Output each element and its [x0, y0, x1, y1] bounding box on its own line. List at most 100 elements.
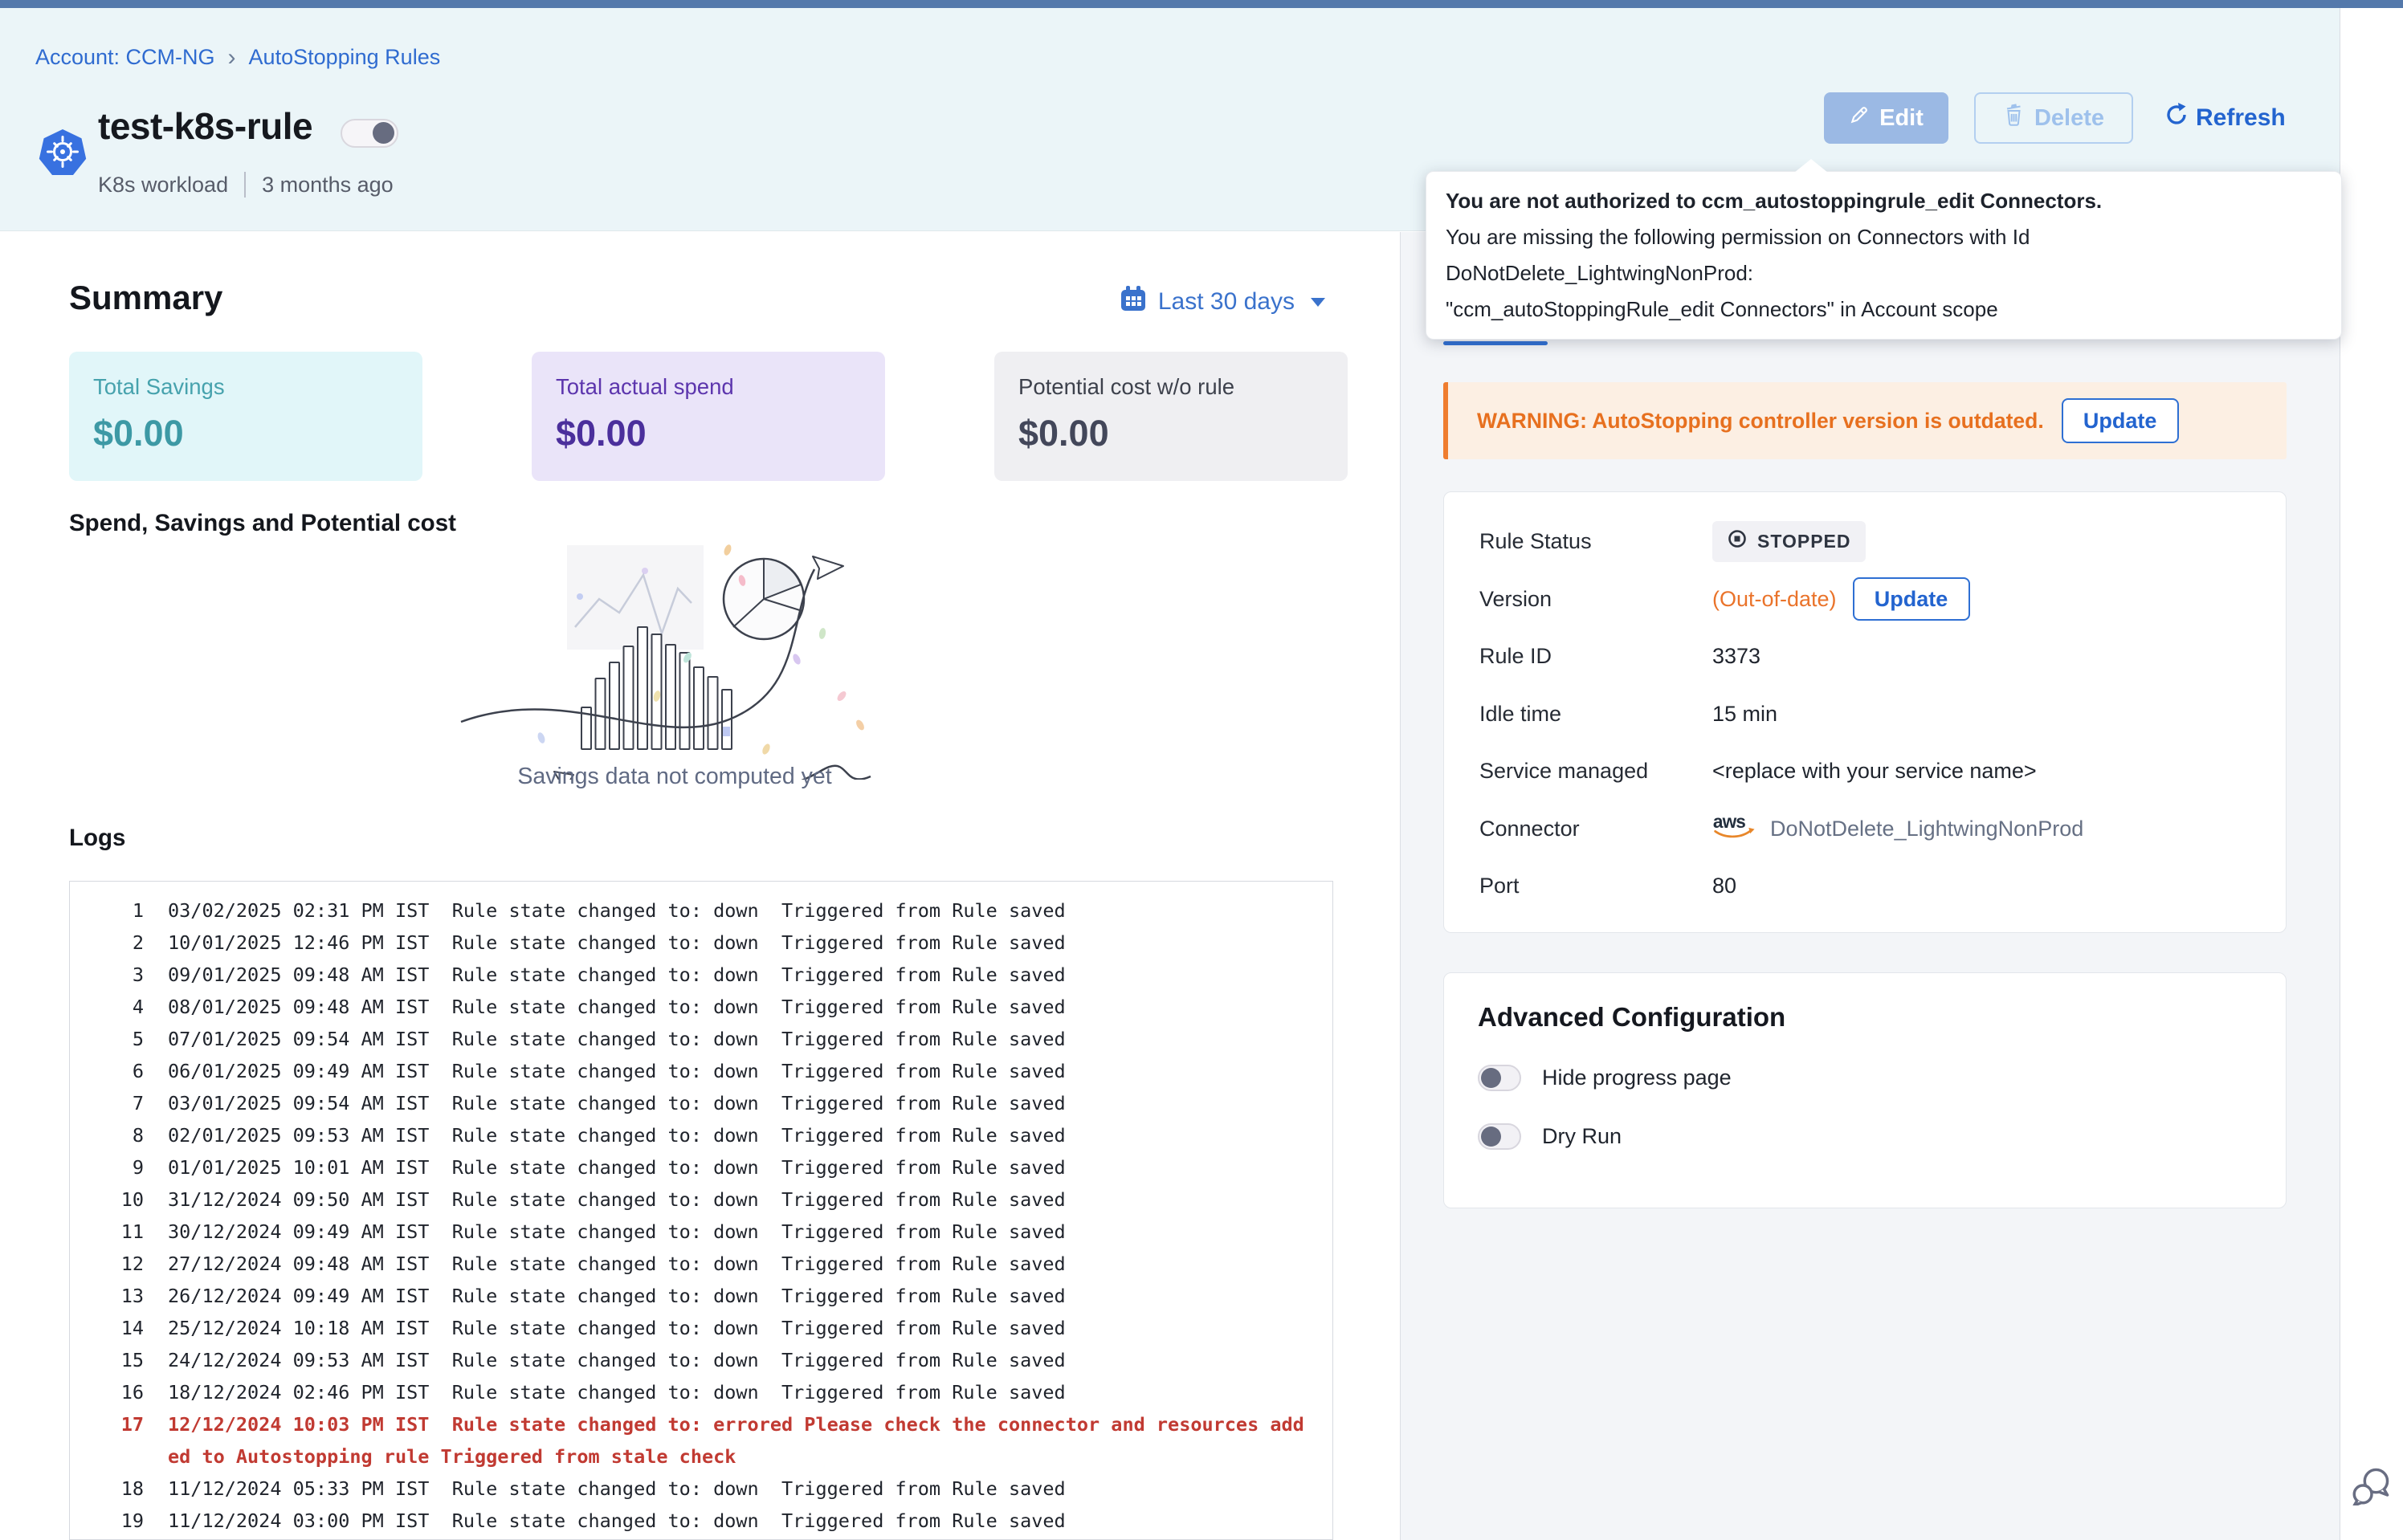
logs-panel[interactable]: 1 03/02/2025 02:31 PM IST Rule state cha…: [69, 881, 1333, 1540]
date-range-label: Last 30 days: [1158, 288, 1295, 316]
main-content: Summary Last 30 days Total Savings $0.00…: [0, 232, 1400, 1540]
pencil-icon: [1849, 104, 1870, 132]
detail-label: Rule ID: [1479, 644, 1712, 669]
rule-id-value: 3373: [1712, 644, 1760, 669]
log-line-text: 09/01/2025 09:48 AM IST Rule state chang…: [168, 959, 1304, 991]
breadcrumb-account-link[interactable]: Account: CCM-NG: [35, 45, 215, 70]
log-line-number: 6: [86, 1055, 144, 1087]
svg-text:aws: aws: [1713, 811, 1745, 832]
hide-progress-toggle-row: Hide progress page: [1478, 1065, 2252, 1091]
service-managed-row: Service managed <replace with your servi…: [1479, 743, 2250, 801]
breadcrumb-autostopping-link[interactable]: AutoStopping Rules: [249, 45, 441, 70]
permission-tooltip: You are not authorized to ccm_autostoppi…: [1426, 171, 2342, 340]
detail-label: Connector: [1479, 817, 1712, 841]
log-line-text: 11/12/2024 03:00 PM IST Rule state chang…: [168, 1505, 1304, 1537]
log-line-text: 10/01/2025 12:46 PM IST Rule state chang…: [168, 927, 1304, 959]
log-line-number: 18: [86, 1473, 144, 1505]
detail-label: Service managed: [1479, 759, 1712, 784]
detail-label: Version: [1479, 587, 1712, 612]
detail-label: Port: [1479, 874, 1712, 898]
card-label: Total actual spend: [556, 374, 861, 400]
detail-label: Rule Status: [1479, 529, 1712, 554]
edit-button[interactable]: Edit: [1824, 92, 1948, 144]
page-title: test-k8s-rule: [98, 104, 312, 148]
log-line-number: 15: [86, 1344, 144, 1376]
tooltip-line-2: You are missing the following permission…: [1446, 219, 2322, 291]
log-line-text: 31/12/2024 09:50 AM IST Rule state chang…: [168, 1184, 1304, 1216]
log-row: 12 27/12/2024 09:48 AM IST Rule state ch…: [70, 1248, 1332, 1280]
log-line-number: 8: [86, 1119, 144, 1151]
rule-type: K8s workload: [98, 173, 228, 198]
chat-help-icon[interactable]: [2352, 1465, 2392, 1509]
log-row: 15 24/12/2024 09:53 AM IST Rule state ch…: [70, 1344, 1332, 1376]
card-value: $0.00: [93, 413, 398, 454]
rule-subtitle: K8s workload 3 months ago: [98, 172, 394, 198]
log-line-text: 03/01/2025 09:54 AM IST Rule state chang…: [168, 1087, 1304, 1119]
rule-details-card: Rule Status STOPPED Version (Out-of-date…: [1443, 491, 2287, 933]
rule-id-row: Rule ID 3373: [1479, 628, 2250, 686]
log-line-text: 25/12/2024 10:18 AM IST Rule state chang…: [168, 1312, 1304, 1344]
dry-run-toggle[interactable]: [1478, 1123, 1521, 1150]
log-line-number: 11: [86, 1216, 144, 1248]
version-update-button[interactable]: Update: [1853, 577, 1970, 621]
rule-age: 3 months ago: [262, 173, 394, 198]
potential-cost-card: Potential cost w/o rule $0.00: [994, 352, 1348, 481]
log-line-text: 02/01/2025 09:53 AM IST Rule state chang…: [168, 1119, 1304, 1151]
hide-progress-toggle[interactable]: [1478, 1065, 1521, 1091]
log-line-number: 1: [86, 894, 144, 927]
toggle-label: Hide progress page: [1542, 1065, 1732, 1090]
log-row: 3 09/01/2025 09:48 AM IST Rule state cha…: [70, 959, 1332, 991]
delete-button[interactable]: Delete: [1974, 92, 2133, 144]
log-line-number: 10: [86, 1184, 144, 1216]
warning-update-button[interactable]: Update: [2062, 398, 2179, 443]
log-line-text: 12/12/2024 10:03 PM IST Rule state chang…: [168, 1408, 1304, 1473]
refresh-button[interactable]: Refresh: [2159, 101, 2291, 135]
log-row: 4 08/01/2025 09:48 AM IST Rule state cha…: [70, 991, 1332, 1023]
tooltip-line-1: You are not authorized to ccm_autostoppi…: [1446, 183, 2322, 219]
log-line-number: 19: [86, 1505, 144, 1537]
log-line-number: 4: [86, 991, 144, 1023]
warning-text: WARNING: AutoStopping controller version…: [1477, 409, 2044, 434]
date-range-selector[interactable]: Last 30 days: [1120, 285, 1325, 319]
log-row: 14 25/12/2024 10:18 AM IST Rule state ch…: [70, 1312, 1332, 1344]
tooltip-line-3: "ccm_autoStoppingRule_edit Connectors" i…: [1446, 291, 2322, 328]
log-row: 17 12/12/2024 10:03 PM IST Rule state ch…: [70, 1408, 1332, 1473]
status-text: STOPPED: [1757, 531, 1851, 552]
status-badge: STOPPED: [1712, 521, 1866, 562]
log-line-number: 12: [86, 1248, 144, 1280]
card-value: $0.00: [556, 413, 861, 454]
right-edge-strip: [2340, 8, 2403, 1540]
log-row: 1 03/02/2025 02:31 PM IST Rule state cha…: [70, 894, 1332, 927]
breadcrumb: Account: CCM-NG › AutoStopping Rules: [35, 45, 440, 70]
log-line-number: 5: [86, 1023, 144, 1055]
log-row: 18 11/12/2024 05:33 PM IST Rule state ch…: [70, 1473, 1332, 1505]
breadcrumb-separator: ›: [228, 47, 236, 68]
log-line-number: 2: [86, 927, 144, 959]
log-row: 11 30/12/2024 09:49 AM IST Rule state ch…: [70, 1216, 1332, 1248]
log-line-number: 3: [86, 959, 144, 991]
rule-enabled-toggle[interactable]: [341, 119, 398, 148]
version-status: (Out-of-date): [1712, 587, 1837, 612]
empty-chart-message: Savings data not computed yet: [402, 764, 948, 790]
connector-name[interactable]: DoNotDelete_LightwingNonProd: [1770, 817, 2083, 841]
total-savings-card: Total Savings $0.00: [69, 352, 422, 481]
port-value: 80: [1712, 874, 1736, 898]
log-row: 10 31/12/2024 09:50 AM IST Rule state ch…: [70, 1184, 1332, 1216]
version-row: Version (Out-of-date) Update: [1479, 571, 2250, 629]
log-row: 5 07/01/2025 09:54 AM IST Rule state cha…: [70, 1023, 1332, 1055]
advanced-configuration-heading: Advanced Configuration: [1478, 1002, 2252, 1033]
log-line-text: 27/12/2024 09:48 AM IST Rule state chang…: [168, 1248, 1304, 1280]
k8s-workload-icon: [37, 127, 88, 182]
advanced-configuration-card: Advanced Configuration Hide progress pag…: [1443, 972, 2287, 1208]
trash-icon: [2003, 103, 2025, 133]
total-actual-spend-card: Total actual spend $0.00: [532, 352, 885, 481]
log-line-text: 08/01/2025 09:48 AM IST Rule state chang…: [168, 991, 1304, 1023]
log-line-text: 06/01/2025 09:49 AM IST Rule state chang…: [168, 1055, 1304, 1087]
top-accent-bar: [0, 0, 2403, 8]
idle-time-row: Idle time 15 min: [1479, 686, 2250, 744]
log-line-number: 17: [86, 1408, 144, 1473]
card-label: Total Savings: [93, 374, 398, 400]
log-row: 13 26/12/2024 09:49 AM IST Rule state ch…: [70, 1280, 1332, 1312]
log-row: 7 03/01/2025 09:54 AM IST Rule state cha…: [70, 1087, 1332, 1119]
details-pane: Details WARNING: AutoStopping controller…: [1400, 232, 2340, 1540]
